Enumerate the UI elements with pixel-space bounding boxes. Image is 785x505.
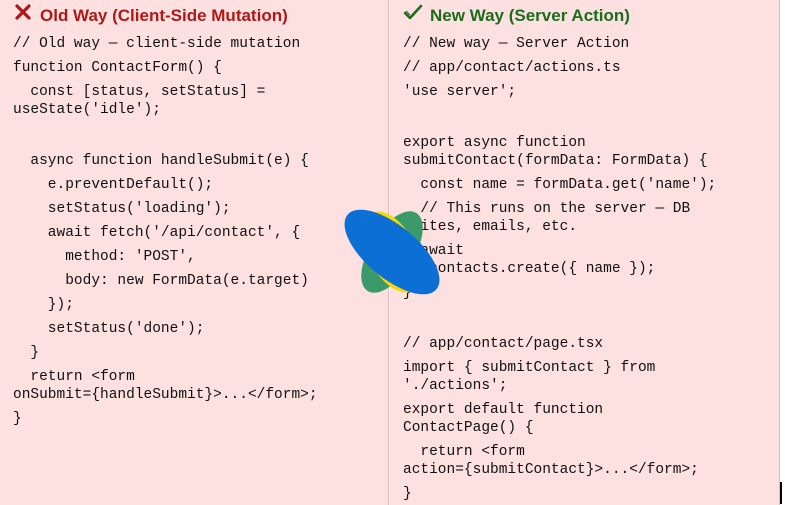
code-line: e.preventDefault();	[13, 177, 214, 193]
code-line: useState('idle');	[13, 102, 161, 118]
new-way-title: New Way (Server Action)	[430, 6, 630, 25]
code-line: action={submitContact}>...</form>;	[403, 462, 699, 478]
code-line: return <form	[403, 444, 525, 460]
code-line: await fetch('/api/contact', {	[13, 225, 301, 241]
code-line: // New way — Server Action	[403, 36, 630, 52]
code-line: }	[403, 486, 412, 502]
code-line: method: 'POST',	[13, 249, 196, 265]
old-way-title: Old Way (Client-Side Mutation)	[40, 6, 288, 25]
code-line: export default function	[403, 402, 604, 418]
code-line: async function handleSubmit(e) {	[13, 153, 309, 169]
code-line: submitContact(formData: FormData) {	[403, 153, 708, 169]
code-line: './actions';	[403, 378, 508, 394]
code-line: // Old way — client-side mutation	[13, 36, 301, 52]
code-line: // app/contact/actions.ts	[403, 60, 621, 76]
new-way-panel: New Way (Server Action) // New way — Ser…	[390, 0, 780, 505]
check-icon	[403, 3, 423, 26]
code-line: body: new FormData(e.target)	[13, 273, 309, 289]
code-line: ContactPage() {	[403, 420, 534, 436]
code-line: 'use server';	[403, 84, 517, 100]
code-line: setStatus('loading');	[13, 201, 231, 217]
code-line: });	[13, 297, 74, 313]
text-cursor	[780, 482, 782, 504]
code-line: function ContactForm() {	[13, 60, 222, 76]
new-way-heading: New Way (Server Action)	[403, 3, 630, 26]
code-line: import { submitContact } from	[403, 360, 656, 376]
code-line: export async function	[403, 135, 586, 151]
old-way-panel: Old Way (Client-Side Mutation) // Old wa…	[0, 0, 389, 505]
code-line: const name = formData.get('name');	[403, 177, 717, 193]
logo-icon	[340, 188, 444, 316]
code-line: // This runs on the server — DB	[403, 201, 691, 217]
code-line: const [status, setStatus] =	[13, 84, 266, 100]
code-line: onSubmit={handleSubmit}>...</form>;	[13, 387, 318, 403]
code-line: return <form	[13, 369, 135, 385]
code-line: // app/contact/page.tsx	[403, 336, 604, 352]
code-line: setStatus('done');	[13, 321, 205, 337]
old-way-heading: Old Way (Client-Side Mutation)	[13, 3, 288, 26]
code-line: }	[13, 411, 22, 427]
close-icon	[13, 3, 33, 26]
code-line: }	[13, 345, 40, 361]
